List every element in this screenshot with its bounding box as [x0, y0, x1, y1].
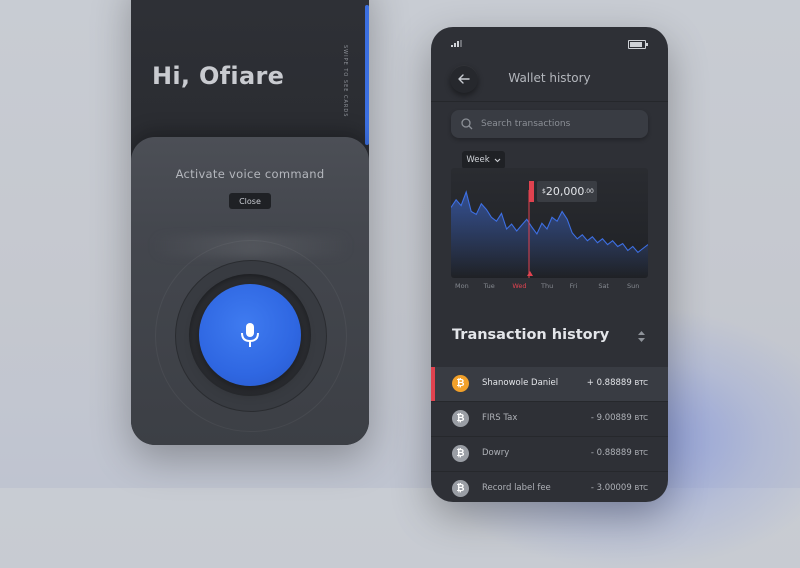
day-label-sun[interactable]: Sun [627, 282, 639, 290]
greeting-text: Hi, Ofiare [152, 62, 285, 90]
bitcoin-icon: ₿ [452, 445, 469, 462]
close-button[interactable]: Close [229, 193, 271, 209]
tooltip-cents: .00 [584, 188, 594, 195]
transaction-row[interactable]: ₿ FIRS Tax - 9.00889 BTC [431, 402, 668, 437]
voice-command-title: Activate voice command [175, 167, 325, 181]
day-label-tue[interactable]: Tue [484, 282, 495, 290]
period-dropdown[interactable]: Week [462, 151, 505, 169]
search-box[interactable] [451, 110, 648, 138]
transaction-row[interactable]: ₿ Dowry - 0.88889 BTC [431, 437, 668, 472]
day-label-thu[interactable]: Thu [541, 282, 553, 290]
tooltip-amount: 20,000 [545, 185, 585, 198]
transaction-list: ₿ Shanowole Daniel + 0.88889 BTC ₿ FIRS Tax -… [431, 367, 668, 502]
status-bar [431, 27, 668, 53]
microphone-button[interactable] [199, 284, 301, 386]
transaction-amount: - 9.00889 BTC [590, 413, 648, 423]
transaction-amount: - 3.00009 BTC [590, 483, 648, 493]
day-axis: Mon Tue Wed Thu Fri Sat Sun [455, 282, 649, 294]
period-selected: Week [466, 155, 490, 165]
battery-icon [628, 40, 648, 49]
swipe-hint: SWIPE TO SEE CARDS [342, 45, 348, 118]
transaction-name: Shanowole Daniel [482, 378, 559, 388]
selection-marker [529, 181, 534, 202]
transaction-history-title: Transaction history [452, 327, 610, 343]
page-title: Wallet history [508, 71, 591, 85]
active-row-accent [431, 367, 435, 401]
transaction-name: FIRS Tax [482, 413, 518, 423]
day-label-mon[interactable]: Mon [455, 282, 469, 290]
header-divider [431, 101, 668, 102]
microphone-icon [241, 323, 259, 347]
card-swipe-handle[interactable] [365, 5, 369, 145]
wallet-chart[interactable]: $ 20,000 .00 [451, 168, 648, 278]
search-icon [461, 118, 473, 130]
day-label-fri[interactable]: Fri [570, 282, 578, 290]
signal-icon [451, 40, 462, 47]
transaction-row[interactable]: ₿ Record label fee - 3.00009 BTC [431, 472, 668, 502]
wallet-history-phone: Wallet history Week $ [431, 27, 668, 502]
bitcoin-icon: ₿ [452, 480, 469, 497]
transaction-amount: - 0.88889 BTC [590, 448, 648, 458]
day-label-sat[interactable]: Sat [598, 282, 609, 290]
transaction-amount: + 0.88889 BTC [586, 378, 648, 388]
transaction-name: Record label fee [482, 483, 551, 493]
day-label-wed[interactable]: Wed [512, 282, 526, 290]
search-input[interactable] [479, 118, 643, 130]
transaction-row[interactable]: ₿ Shanowole Daniel + 0.88889 BTC [431, 367, 668, 402]
chevron-down-icon [494, 158, 501, 162]
sort-icon[interactable] [637, 330, 646, 343]
voice-command-sheet: Activate voice command Close [131, 137, 369, 445]
transaction-name: Dowry [482, 448, 510, 458]
dashboard-header: Hi, Ofiare SWIPE TO SEE CARDS [131, 0, 369, 150]
voice-command-phone: Hi, Ofiare SWIPE TO SEE CARDS Activate v… [131, 0, 369, 445]
selected-day-pointer [527, 271, 533, 276]
value-tooltip: $ 20,000 .00 [537, 181, 597, 202]
bitcoin-icon: ₿ [452, 410, 469, 427]
bitcoin-icon: ₿ [452, 375, 469, 392]
